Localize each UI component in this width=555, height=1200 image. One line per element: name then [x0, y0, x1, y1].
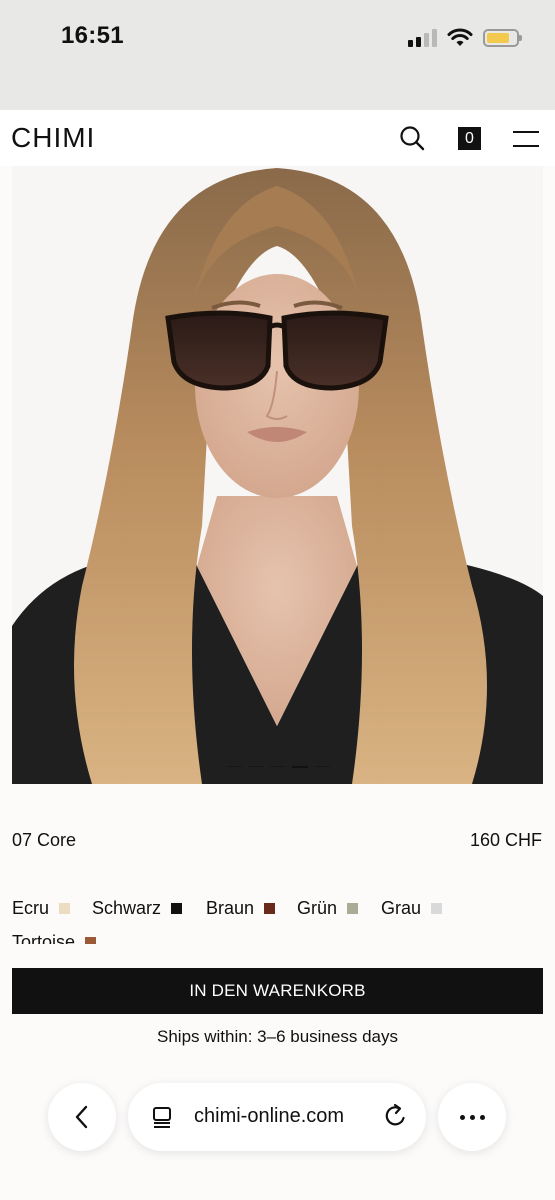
color-label: Braun — [206, 898, 255, 918]
color-swatch — [85, 937, 97, 944]
model-photo — [12, 166, 543, 784]
color-option-tortoise[interactable]: Tortoise — [12, 932, 97, 944]
site-header: CHIMI 0 — [0, 110, 555, 166]
color-option-gruen[interactable]: Grün — [297, 898, 359, 919]
carousel-dot[interactable] — [225, 766, 242, 767]
status-bar: 16:51 — [0, 0, 555, 110]
url-text[interactable]: chimi-online.com — [194, 1105, 344, 1128]
battery-icon — [483, 29, 522, 47]
color-swatch — [347, 903, 359, 914]
color-label: Grün — [297, 898, 338, 918]
shipping-note: Ships within: 3–6 business days — [157, 1027, 398, 1046]
cart-count-badge[interactable]: 0 — [458, 127, 481, 150]
chevron-left-icon — [75, 1105, 88, 1129]
color-option-braun[interactable]: Braun — [206, 898, 276, 919]
status-time: 16:51 — [61, 22, 124, 49]
add-to-cart-button[interactable]: IN DEN WARENKORB — [12, 968, 543, 1014]
color-label: Ecru — [12, 898, 50, 918]
tabs-icon[interactable] — [150, 1105, 174, 1129]
status-icons — [408, 24, 522, 52]
carousel-dot[interactable] — [313, 766, 330, 767]
product-name: 07 Core — [12, 830, 77, 850]
search-icon[interactable] — [399, 125, 425, 151]
color-options: Ecru Schwarz Braun Grün Grau Tortoise — [12, 898, 543, 944]
color-swatch — [171, 903, 183, 914]
more-dots-icon — [459, 1114, 485, 1120]
color-swatch — [431, 903, 443, 914]
hamburger-menu-icon[interactable] — [513, 129, 539, 149]
back-button[interactable] — [48, 1083, 116, 1151]
carousel-indicator[interactable] — [12, 766, 543, 768]
reload-icon[interactable] — [383, 1103, 409, 1129]
product-image[interactable] — [12, 166, 543, 784]
carousel-dot[interactable] — [247, 766, 264, 767]
browser-toolbar: chimi-online.com — [0, 1070, 555, 1200]
carousel-dot-active[interactable] — [291, 766, 308, 768]
product-price: 160 CHF — [469, 830, 542, 850]
wifi-icon — [447, 28, 473, 46]
color-swatch — [59, 903, 71, 914]
color-swatch — [264, 903, 276, 914]
color-option-ecru[interactable]: Ecru — [12, 898, 71, 919]
brand-logo[interactable]: CHIMI — [11, 122, 95, 154]
color-option-grau[interactable]: Grau — [381, 898, 443, 919]
color-label: Tortoise — [12, 932, 76, 944]
cellular-signal-icon — [408, 29, 437, 47]
carousel-dot[interactable] — [269, 766, 286, 767]
color-option-schwarz[interactable]: Schwarz — [92, 898, 183, 919]
color-label: Schwarz — [92, 898, 162, 918]
more-button[interactable] — [438, 1083, 506, 1151]
address-bar[interactable]: chimi-online.com — [128, 1083, 426, 1151]
color-label: Grau — [381, 898, 422, 918]
